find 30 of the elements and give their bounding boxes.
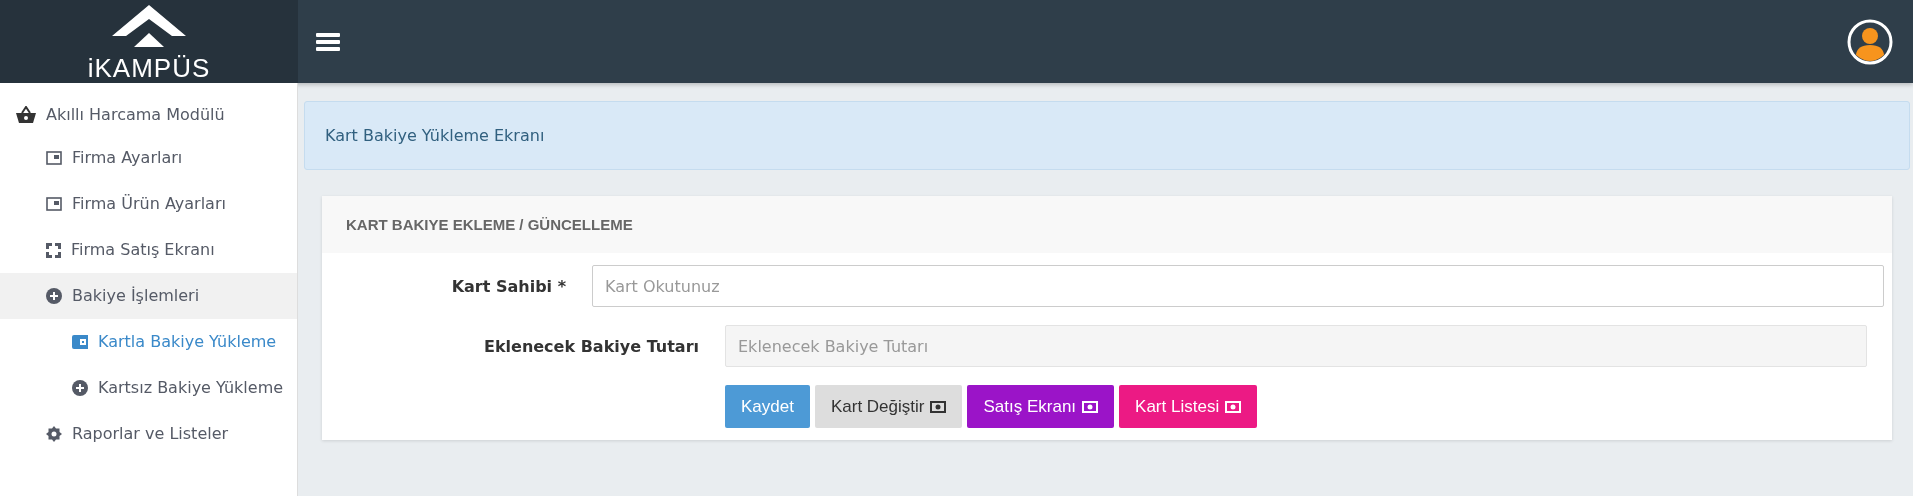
plus-circle-icon [46, 288, 62, 304]
logo-text: iKAMPÜS [87, 54, 211, 81]
avatar-icon[interactable] [1847, 18, 1893, 65]
sidebar-item[interactable]: Raporlar ve Listeler [0, 411, 297, 457]
money-icon [930, 400, 947, 413]
plus-circle-icon [72, 380, 88, 396]
wallet-icon [72, 335, 88, 349]
sidebar-item[interactable]: Firma Ayarları [0, 135, 297, 181]
window-icon [46, 151, 62, 165]
page-title-banner: Kart Bakiye Yükleme Ekranı [304, 101, 1910, 170]
sidebar-item[interactable]: Kartsız Bakiye Yükleme [0, 365, 297, 411]
field-label: Kart Sahibi * [450, 276, 566, 296]
field-label: Eklenecek Bakiye Tutarı [482, 336, 699, 356]
card-title: KART BAKIYE EKLEME / GÜNCELLEME [322, 196, 1892, 253]
money-icon [1225, 400, 1242, 413]
basket-icon [16, 106, 36, 124]
action-button[interactable]: Kart Değiştir [814, 385, 963, 428]
sidebar-item[interactable]: Firma Satış Ekranı [0, 227, 297, 273]
money-icon [1082, 400, 1099, 413]
sidebar-item[interactable]: Kartla Bakiye Yükleme [0, 319, 297, 365]
action-button[interactable]: Satış Ekranı [967, 385, 1115, 428]
sidebar-item[interactable]: Akıllı Harcama Modülü [0, 95, 297, 135]
gear-icon [46, 426, 62, 442]
sidebar-item[interactable]: Bakiye İşlemleri [0, 273, 297, 319]
menu-icon[interactable] [316, 31, 340, 52]
expand-icon [46, 243, 61, 258]
window-icon [46, 197, 62, 211]
action-button[interactable]: Kart Listesi [1119, 385, 1258, 428]
input-field[interactable]: Kart Okutunuz [592, 265, 1884, 307]
sidebar-item[interactable]: Firma Ürün Ayarları [0, 181, 297, 227]
